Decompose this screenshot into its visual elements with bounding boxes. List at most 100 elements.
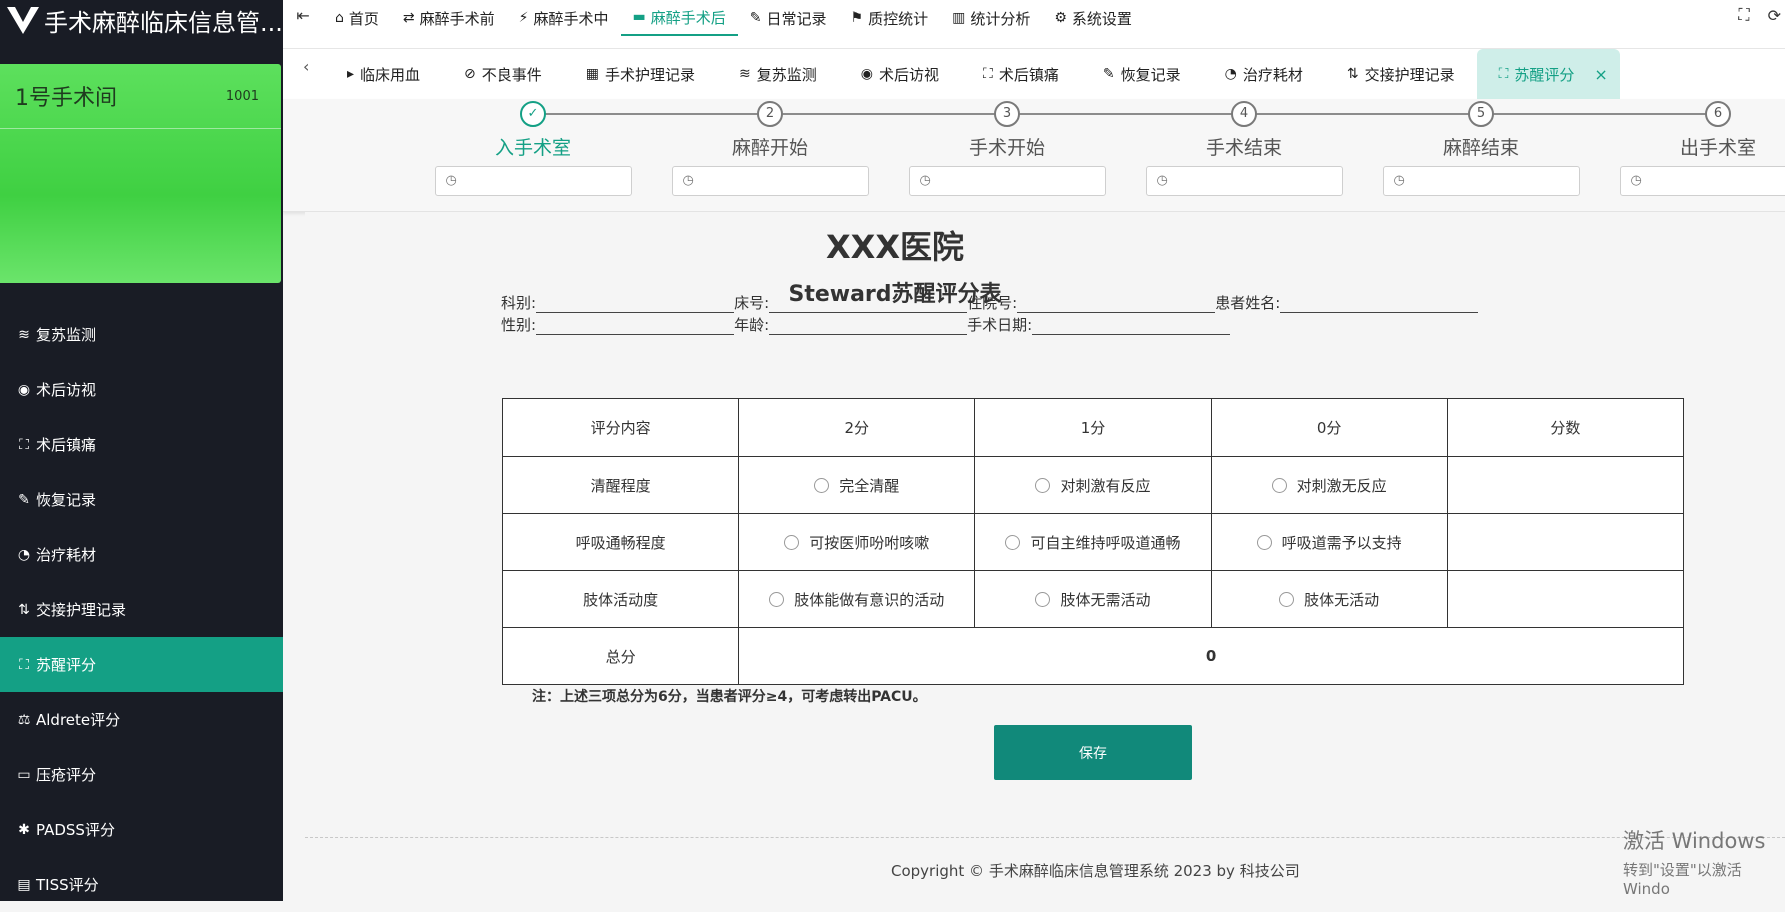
menu-collapse-icon[interactable]: ⇤ [283, 0, 323, 30]
radio-button[interactable] [1005, 535, 1020, 550]
table-row: 呼吸通畅程度可按医师吩咐咳嗽可自主维持呼吸道通畅呼吸道需予以支持 [503, 514, 1684, 571]
score-item-label: 清醒程度 [503, 457, 739, 514]
windows-activation-watermark: 激活 Windows 转到"设置"以激活 Windo [1623, 825, 1785, 898]
score-option-cell[interactable]: 可自主维持呼吸道通畅 [975, 514, 1211, 571]
nav-item[interactable]: ▬麻醉手术后 [621, 0, 738, 36]
sidebar-item[interactable]: ▤TISS评分 [0, 857, 283, 912]
nav-item[interactable]: ✎日常记录 [738, 0, 839, 36]
sidebar-item-label: 术后访视 [36, 379, 96, 400]
score-option-label: 肢体无需活动 [1060, 591, 1150, 609]
room-code: 1001 [226, 89, 259, 104]
sidebar-item[interactable]: ◔治疗耗材 [0, 527, 283, 582]
step[interactable]: 4手术结束◷ [1144, 101, 1344, 196]
fullscreen-icon[interactable]: ⛶ [1738, 5, 1749, 25]
sidebar-item[interactable]: ✱PADSS评分 [0, 802, 283, 857]
nav-icon: ⚙ [1054, 10, 1067, 26]
radio-button[interactable] [1257, 535, 1272, 550]
nav-label: 日常记录 [767, 8, 827, 29]
page-tabs: ▸临床用血⊘不良事件▦手术护理记录≋复苏监测◉术后访视⛶术后镇痛✎恢复记录◔治疗… [325, 49, 1620, 99]
step-time-input[interactable]: ◷ [1146, 166, 1343, 196]
score-option-cell[interactable]: 对刺激无反应 [1211, 457, 1447, 514]
score-option-cell[interactable]: 完全清醒 [739, 457, 975, 514]
score-option-cell[interactable]: 对刺激有反应 [975, 457, 1211, 514]
sidebar-item[interactable]: ✎恢复记录 [0, 472, 283, 527]
radio-button[interactable] [1272, 478, 1287, 493]
radio-button[interactable] [769, 592, 784, 607]
step-time-input[interactable]: ◷ [1383, 166, 1580, 196]
tab[interactable]: ✎恢复记录 [1081, 49, 1203, 99]
step-time-input[interactable]: ◷ [672, 166, 869, 196]
step[interactable]: 5麻醉结束◷ [1381, 101, 1581, 196]
radio-button[interactable] [1035, 592, 1050, 607]
sidebar-item[interactable]: ≋复苏监测 [0, 307, 283, 362]
tab[interactable]: ▦手术护理记录 [564, 49, 717, 99]
sidebar-item-label: TISS评分 [36, 874, 99, 895]
tabs-scroll-left-icon[interactable]: ‹ [303, 57, 309, 76]
step-time-input[interactable]: ◷ [435, 166, 632, 196]
patient-info-field: 性别: [501, 314, 734, 335]
tab[interactable]: ◔治疗耗材 [1203, 49, 1325, 99]
tab[interactable]: ⇅交接护理记录 [1325, 49, 1477, 99]
sidebar-item[interactable]: ⚖Aldrete评分 [0, 692, 283, 747]
sidebar-item[interactable]: ⇅交接护理记录 [0, 582, 283, 637]
field-blank-line[interactable] [769, 295, 967, 313]
tab[interactable]: ≋复苏监测 [717, 49, 839, 99]
sidebar-item[interactable]: ▭压疮评分 [0, 747, 283, 802]
score-option-label: 肢体无活动 [1304, 591, 1379, 609]
nav-item[interactable]: ⚡麻醉手术中 [507, 0, 621, 36]
nav-icon: ⌂ [335, 10, 344, 26]
sidebar-item[interactable]: ◉术后访视 [0, 362, 283, 417]
tab[interactable]: ⛶术后镇痛 [961, 49, 1081, 99]
score-option-cell[interactable]: 可按医师吩咐咳嗽 [739, 514, 975, 571]
tab-icon: ◉ [861, 66, 873, 82]
tab[interactable]: ⛶苏醒评分× [1477, 49, 1620, 99]
field-blank-line[interactable] [536, 295, 734, 313]
score-option-cell[interactable]: 肢体无需活动 [975, 571, 1211, 628]
sidebar-item-label: 复苏监测 [36, 324, 96, 345]
score-option-cell[interactable]: 肢体无活动 [1211, 571, 1447, 628]
tab-icon: ⊘ [464, 66, 476, 82]
nav-item[interactable]: ⇄麻醉手术前 [391, 0, 507, 36]
watermark-line2: 转到"设置"以激活 Windo [1623, 859, 1785, 898]
score-option-cell[interactable]: 肢体能做有意识的活动 [739, 571, 975, 628]
step[interactable]: 2麻醉开始◷ [670, 101, 870, 196]
step[interactable]: 6出手术室◷ [1618, 101, 1785, 196]
radio-button[interactable] [784, 535, 799, 550]
field-blank-line[interactable] [536, 317, 734, 335]
step[interactable]: 3手术开始◷ [907, 101, 1107, 196]
field-blank-line[interactable] [1017, 295, 1215, 313]
field-blank-line[interactable] [769, 317, 967, 335]
step[interactable]: ✓入手术室◷ [433, 101, 633, 196]
radio-button[interactable] [1279, 592, 1294, 607]
tab[interactable]: ▸临床用血 [325, 49, 442, 99]
save-button[interactable]: 保存 [994, 725, 1192, 780]
sidebar-item[interactable]: ⛶苏醒评分 [0, 637, 283, 692]
step-number: 4 [1231, 101, 1257, 127]
field-blank-line[interactable] [1280, 295, 1478, 313]
room-card[interactable]: 1号手术间 1001 [0, 64, 281, 283]
nav-item[interactable]: ⚙系统设置 [1042, 0, 1144, 36]
radio-button[interactable] [814, 478, 829, 493]
step-time-input[interactable]: ◷ [909, 166, 1106, 196]
tab[interactable]: ◉术后访视 [839, 49, 961, 99]
field-blank-line[interactable] [1032, 317, 1230, 335]
table-header-cell: 2分 [739, 399, 975, 457]
field-label: 科别: [501, 292, 536, 313]
top-bar: ⇤ ⌂首页⇄麻醉手术前⚡麻醉手术中▬麻醉手术后✎日常记录⚑质控统计▥统计分析⚙系… [283, 0, 1785, 49]
step-number: 6 [1705, 101, 1731, 127]
radio-button[interactable] [1035, 478, 1050, 493]
tab[interactable]: ⊘不良事件 [442, 49, 564, 99]
tab-label: 恢复记录 [1121, 64, 1181, 85]
nav-item[interactable]: ⚑质控统计 [839, 0, 941, 36]
sidebar-item[interactable]: ⛶术后镇痛 [0, 417, 283, 472]
tab-icon: ▦ [586, 66, 599, 82]
refresh-icon[interactable]: ⟳ [1768, 6, 1781, 25]
nav-item[interactable]: ▥统计分析 [940, 0, 1042, 36]
score-option-cell[interactable]: 呼吸道需予以支持 [1211, 514, 1447, 571]
sidebar-item-label: 压疮评分 [36, 764, 96, 785]
step-time-input[interactable]: ◷ [1620, 166, 1785, 196]
scan-face-icon: ⛶ [14, 657, 34, 673]
nav-item[interactable]: ⌂首页 [323, 0, 391, 36]
nav-label: 质控统计 [868, 8, 928, 29]
tab-close-icon[interactable]: × [1594, 65, 1607, 84]
